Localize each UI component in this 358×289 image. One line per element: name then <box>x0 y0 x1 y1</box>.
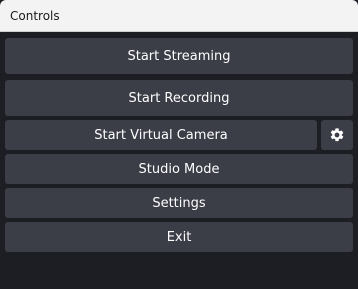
virtual-camera-settings-button[interactable] <box>321 120 353 150</box>
studio-mode-button[interactable]: Studio Mode <box>5 154 353 184</box>
gear-icon <box>329 127 345 143</box>
settings-button[interactable]: Settings <box>5 188 353 218</box>
title-bar[interactable]: Controls <box>0 0 358 32</box>
window-title: Controls <box>10 9 60 23</box>
controls-window: Controls Start Streaming Start Recording… <box>0 0 358 289</box>
start-recording-button[interactable]: Start Recording <box>5 80 353 116</box>
start-virtual-camera-button[interactable]: Start Virtual Camera <box>5 120 317 150</box>
start-streaming-button[interactable]: Start Streaming <box>5 38 353 74</box>
exit-button[interactable]: Exit <box>5 222 353 252</box>
